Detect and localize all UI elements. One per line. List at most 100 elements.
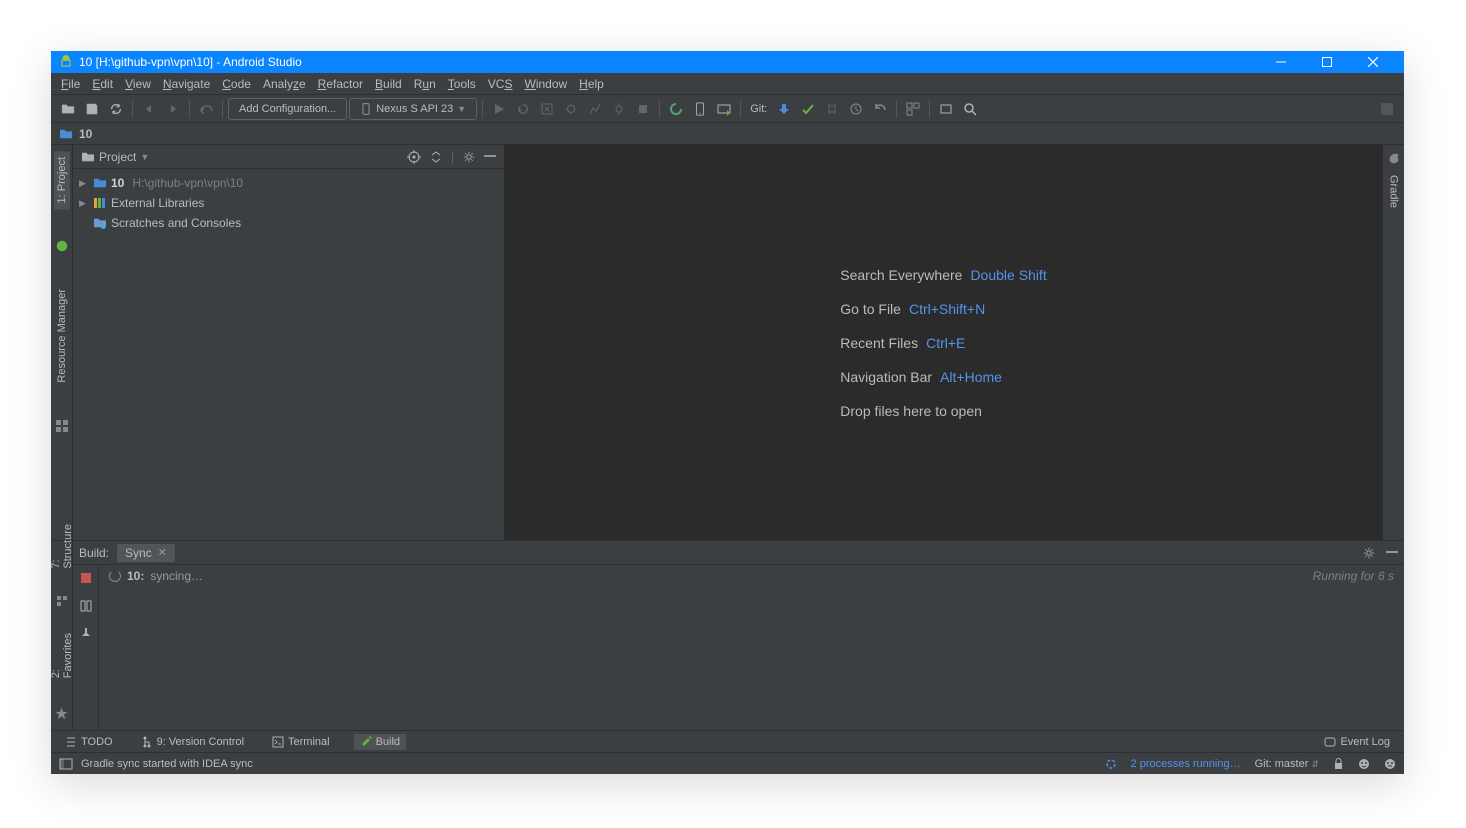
profile-icon[interactable] xyxy=(584,98,606,120)
hide-icon[interactable] xyxy=(1386,546,1398,560)
avd-manager-icon[interactable] xyxy=(689,98,711,120)
bottom-left-gutter: 7: Structure 2: Favorites ★ xyxy=(51,541,73,730)
menu-navigate[interactable]: Navigate xyxy=(157,77,216,91)
menu-analyze[interactable]: Analyze xyxy=(257,77,312,91)
hammer-icon xyxy=(360,736,372,748)
expand-arrow-icon[interactable]: ▶ xyxy=(79,178,89,189)
tree-root-node[interactable]: ▶ 10 H:\github-vpn\vpn\10 xyxy=(73,173,504,193)
save-icon[interactable] xyxy=(81,98,103,120)
tab-structure[interactable]: 7: Structure xyxy=(48,518,76,575)
tool-version-control[interactable]: 9: Version Control xyxy=(137,736,248,748)
tree-scratches[interactable]: Scratches and Consoles xyxy=(73,213,504,233)
toggle-view-icon[interactable] xyxy=(79,599,93,613)
sync-icon[interactable] xyxy=(105,98,127,120)
project-panel-title[interactable]: Project xyxy=(99,150,136,164)
menu-run[interactable]: Run xyxy=(408,77,442,91)
tree-external-libs-label: External Libraries xyxy=(111,196,204,210)
gear-icon[interactable] xyxy=(462,150,476,164)
project-structure-icon[interactable] xyxy=(902,98,924,120)
menu-edit[interactable]: Edit xyxy=(86,77,119,91)
gradle-elephant-icon[interactable] xyxy=(1387,151,1401,165)
menu-build[interactable]: Build xyxy=(369,77,408,91)
menu-file[interactable]: File xyxy=(55,77,86,91)
processes-spinner-icon xyxy=(1105,758,1117,770)
inspection-icon[interactable] xyxy=(1358,758,1370,770)
menu-help[interactable]: Help xyxy=(573,77,610,91)
hint-drop-label: Drop files here to open xyxy=(840,403,982,419)
minimize-button[interactable] xyxy=(1258,51,1304,73)
tree-root-name: 10 xyxy=(111,176,124,190)
tab-favorites[interactable]: 2: Favorites xyxy=(48,627,76,684)
open-icon[interactable] xyxy=(57,98,79,120)
status-message: Gradle sync started with IDEA sync xyxy=(81,758,253,770)
tab-resource-manager[interactable]: Resource Manager xyxy=(54,283,70,389)
git-compare-icon[interactable] xyxy=(821,98,843,120)
tool-event-log[interactable]: Event Log xyxy=(1320,736,1394,748)
stop-build-icon[interactable] xyxy=(79,571,93,585)
tab-gradle[interactable]: Gradle xyxy=(1386,169,1402,214)
status-processes[interactable]: 2 processes running… xyxy=(1131,758,1241,770)
menu-tools[interactable]: Tools xyxy=(442,77,482,91)
tool-todo[interactable]: TODO xyxy=(61,736,117,748)
lightbulb-icon[interactable] xyxy=(935,98,957,120)
pin-icon[interactable] xyxy=(79,627,93,641)
git-commit-icon[interactable] xyxy=(797,98,819,120)
android-tab-icon[interactable] xyxy=(55,239,69,253)
top-right-toggle[interactable] xyxy=(1376,98,1398,120)
vcs-icon xyxy=(141,736,153,748)
status-git[interactable]: Git: master ⇵ xyxy=(1255,758,1319,770)
forward-icon[interactable] xyxy=(162,98,184,120)
sync-gradle-icon[interactable] xyxy=(665,98,687,120)
hint-recent-label: Recent Files xyxy=(840,335,918,351)
resource-manager-icon[interactable] xyxy=(55,419,69,433)
memory-icon[interactable] xyxy=(1384,758,1396,770)
git-update-icon[interactable] xyxy=(773,98,795,120)
lock-icon[interactable] xyxy=(1333,758,1344,770)
locate-icon[interactable] xyxy=(407,150,421,164)
search-everywhere-icon[interactable] xyxy=(959,98,981,120)
menu-window[interactable]: Window xyxy=(518,77,573,91)
run-icon[interactable] xyxy=(488,98,510,120)
apply-changes-icon[interactable] xyxy=(512,98,534,120)
hint-goto-shortcut: Ctrl+Shift+N xyxy=(909,301,985,317)
sdk-manager-icon[interactable] xyxy=(713,98,735,120)
menu-code[interactable]: Code xyxy=(216,77,257,91)
tree-external-libs[interactable]: ▶ External Libraries xyxy=(73,193,504,213)
build-panel: 7: Structure 2: Favorites ★ Build: Sync … xyxy=(51,540,1404,730)
hint-search-label: Search Everywhere xyxy=(840,267,962,283)
debug-icon[interactable] xyxy=(560,98,582,120)
maximize-button[interactable] xyxy=(1304,51,1350,73)
attach-debugger-icon[interactable] xyxy=(608,98,630,120)
android-icon xyxy=(59,55,73,69)
editor-area[interactable]: Search EverywhereDouble Shift Go to File… xyxy=(505,145,1382,540)
breadcrumb-root[interactable]: 10 xyxy=(79,127,92,141)
back-icon[interactable] xyxy=(138,98,160,120)
structure-icon[interactable] xyxy=(56,595,68,607)
close-tab-icon[interactable]: ✕ xyxy=(158,546,167,559)
gear-icon[interactable] xyxy=(1362,546,1376,560)
chevron-down-icon[interactable]: ▼ xyxy=(140,152,149,162)
build-tab-sync[interactable]: Sync ✕ xyxy=(117,544,175,562)
apply-code-icon[interactable] xyxy=(536,98,558,120)
hint-goto-label: Go to File xyxy=(840,301,901,317)
expand-arrow-icon[interactable]: ▶ xyxy=(79,198,89,209)
left-tool-gutter: 1: Project Resource Manager xyxy=(51,145,73,540)
hide-icon[interactable] xyxy=(484,150,496,164)
tab-project[interactable]: 1: Project xyxy=(54,151,70,209)
device-selector[interactable]: Nexus S API 23 ▼ xyxy=(349,98,477,120)
stop-icon[interactable] xyxy=(632,98,654,120)
menu-view[interactable]: View xyxy=(119,77,157,91)
add-configuration-button[interactable]: Add Configuration... xyxy=(228,98,347,120)
git-history-icon[interactable] xyxy=(845,98,867,120)
undo-nav-icon[interactable] xyxy=(195,98,217,120)
tool-terminal[interactable]: Terminal xyxy=(268,736,334,748)
star-icon[interactable]: ★ xyxy=(54,704,68,724)
expand-all-icon[interactable] xyxy=(429,150,443,164)
close-button[interactable] xyxy=(1350,51,1396,73)
git-rollback-icon[interactable] xyxy=(869,98,891,120)
tool-window-toggle-icon[interactable] xyxy=(59,758,73,770)
project-panel: Project ▼ | ▶ 10 H:\github-vpn\vpn\10 xyxy=(73,145,505,540)
tool-build[interactable]: Build xyxy=(354,734,406,750)
menu-refactor[interactable]: Refactor xyxy=(312,77,369,91)
menu-vcs[interactable]: VCS xyxy=(482,77,519,91)
